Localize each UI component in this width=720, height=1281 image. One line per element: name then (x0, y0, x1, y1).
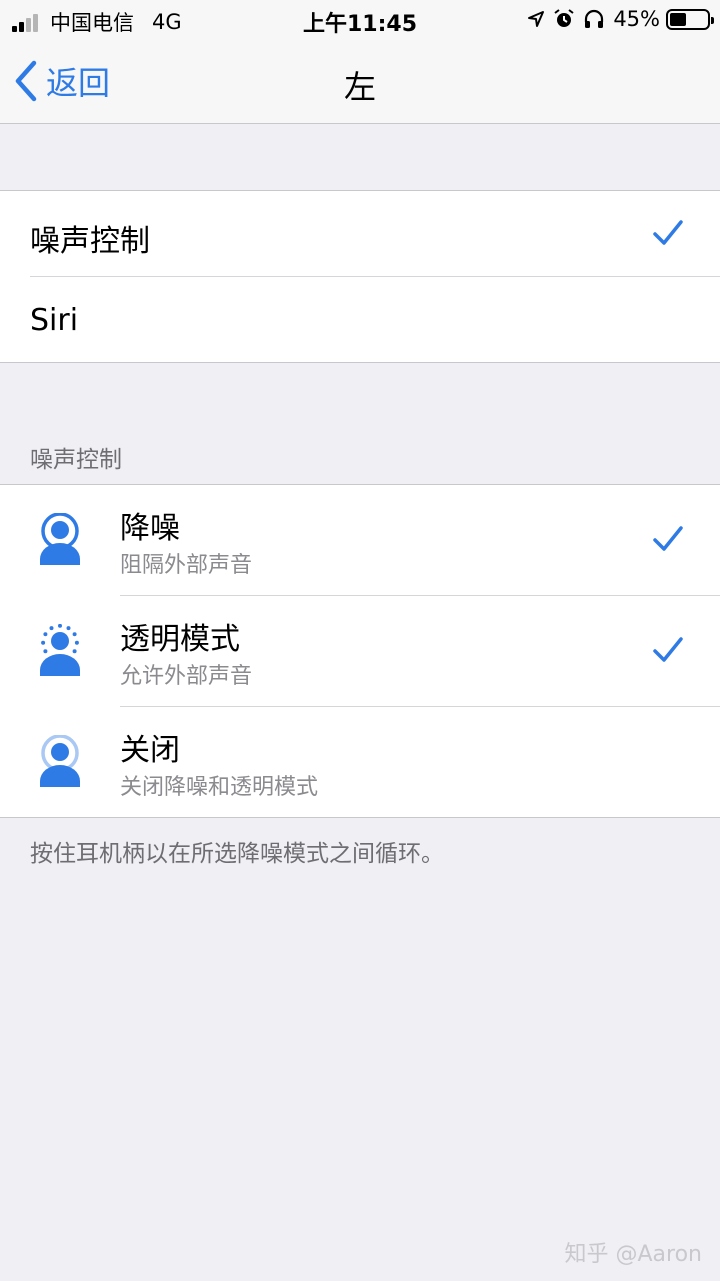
option-row-siri[interactable]: Siri (0, 277, 720, 362)
location-arrow-icon (527, 10, 545, 28)
status-bar: 中国电信 4G 上午11:45 45% (0, 0, 720, 40)
checkmark-icon (653, 526, 683, 551)
mode-title: 透明模式 (120, 622, 240, 657)
option-row-noise-control[interactable]: 噪声控制 (0, 191, 720, 277)
transparency-icon (38, 623, 82, 676)
alarm-icon (553, 8, 575, 30)
footer-hint: 按住耳机柄以在所选降噪模式之间循环。 (30, 841, 444, 867)
press-option-list: 噪声控制 Siri (0, 190, 720, 363)
battery-percentage: 45% (613, 7, 660, 31)
checkmark-icon (653, 220, 683, 245)
option-label: Siri (30, 303, 79, 338)
headphones-icon (583, 9, 605, 29)
mode-row-off[interactable]: 关闭 关闭降噪和透明模式 (0, 707, 720, 817)
mode-subtitle: 允许外部声音 (120, 664, 253, 689)
noise-control-list: 降噪 阻隔外部声音 透明模式 允许外部声音 关闭 关闭降噪和透明模式 (0, 484, 720, 818)
page-title: 左 (343, 68, 376, 106)
watermark: 知乎 @Aaron (564, 1242, 703, 1267)
status-right: 45% (519, 7, 714, 31)
mode-subtitle: 关闭降噪和透明模式 (120, 775, 319, 800)
mode-row-transparency[interactable]: 透明模式 允许外部声音 (0, 596, 720, 707)
checkmark-icon (653, 637, 683, 662)
option-label: 噪声控制 (30, 224, 150, 259)
mode-title: 关闭 (120, 733, 180, 768)
battery-fill (670, 12, 687, 26)
mode-title: 降噪 (120, 511, 180, 546)
mode-row-noise-cancellation[interactable]: 降噪 阻隔外部声音 (0, 485, 720, 596)
battery-icon (666, 8, 714, 30)
navigation-bar: 返回 左 (0, 40, 720, 124)
noise-off-icon (38, 734, 82, 787)
section-header: 噪声控制 (30, 447, 122, 473)
noise-cancellation-icon (38, 512, 82, 565)
mode-subtitle: 阻隔外部声音 (120, 553, 253, 578)
